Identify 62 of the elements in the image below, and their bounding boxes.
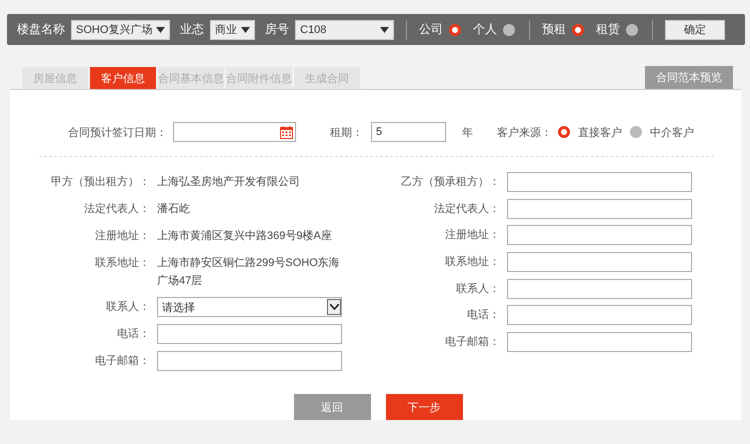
toolbar-label: 房号 xyxy=(265,21,290,38)
field-value: 上海市静安区铜仁路299号SOHO东海广场47层 xyxy=(157,256,341,289)
field-label: 注册地址： xyxy=(94,228,150,244)
field-label: 租期： xyxy=(330,126,363,140)
field-label: 电话： xyxy=(116,327,150,342)
unit-label: 年 xyxy=(462,126,473,140)
next-button[interactable]: 下一步 xyxy=(386,394,462,420)
tab[interactable]: 客户信息 xyxy=(90,67,156,89)
field-label: 联系地址： xyxy=(94,256,150,271)
radio-label: 租赁 xyxy=(596,21,620,38)
radio-label: 公司 xyxy=(419,21,444,38)
dropdown[interactable]: C108 xyxy=(295,20,394,40)
field-label: 联系地址： xyxy=(444,254,500,270)
radio-label: 直接客户 xyxy=(578,126,622,140)
toolbar-label: 楼盘名称 xyxy=(17,21,65,38)
caret-icon xyxy=(156,26,166,32)
contact-select[interactable]: 请选择 xyxy=(157,297,342,317)
radio-button[interactable] xyxy=(572,24,584,36)
term-field[interactable]: 5 xyxy=(371,122,446,142)
field-value: 上海弘圣房地产开发有限公司 xyxy=(157,174,301,190)
radio-label: 个人 xyxy=(473,21,498,38)
field-label: 合同预计签订日期： xyxy=(68,126,167,140)
field-value: 上海市黄浦区复兴中路369号9楼A座 xyxy=(157,228,333,244)
calendar-icon xyxy=(280,126,293,138)
input-field[interactable] xyxy=(507,278,692,299)
field-label: 电话： xyxy=(466,308,500,324)
radio-label: 预租 xyxy=(542,21,566,38)
input-field[interactable] xyxy=(507,252,692,272)
dropdown[interactable]: 商业 xyxy=(210,20,256,40)
field-label: 法定代表人： xyxy=(433,202,500,217)
radio-button[interactable] xyxy=(630,126,642,138)
radio-button[interactable] xyxy=(503,24,516,36)
radio-button[interactable] xyxy=(626,24,638,36)
date-field[interactable] xyxy=(173,122,296,142)
input-field[interactable] xyxy=(157,324,342,344)
input-field[interactable] xyxy=(507,172,692,192)
input-field[interactable] xyxy=(507,332,692,352)
preview-button[interactable]: 合同范本预览 xyxy=(645,66,733,89)
field-label: 电子邮箱： xyxy=(444,335,500,350)
field-value: 潘石屹 xyxy=(157,202,191,217)
confirm-button[interactable]: 确定 xyxy=(665,20,725,40)
caret-icon xyxy=(241,26,250,32)
dropdown[interactable]: SOHO复兴广场 xyxy=(71,20,170,40)
field-label: 法定代表人： xyxy=(83,202,150,217)
caret-icon xyxy=(380,26,390,32)
field-label: 注册地址： xyxy=(444,228,500,244)
field-label: 联系人： xyxy=(455,282,500,297)
back-button[interactable]: 返回 xyxy=(294,394,370,420)
field-label: 电子邮箱： xyxy=(94,354,150,369)
radio-button[interactable] xyxy=(449,24,462,36)
input-field[interactable] xyxy=(507,305,692,326)
radio-button[interactable] xyxy=(558,126,570,138)
toolbar-label: 业态 xyxy=(180,21,204,38)
field-label: 乙方（预承租方）： xyxy=(400,174,500,190)
field-label: 联系人： xyxy=(105,300,150,315)
field-label: 客户来源： xyxy=(497,126,552,140)
radio-label: 中介客户 xyxy=(650,126,694,140)
input-field[interactable] xyxy=(507,225,692,246)
field-label: 甲方（预出租方）： xyxy=(50,174,150,190)
input-field[interactable] xyxy=(507,198,692,219)
caret-icon xyxy=(330,304,338,310)
input-field[interactable] xyxy=(157,351,342,371)
